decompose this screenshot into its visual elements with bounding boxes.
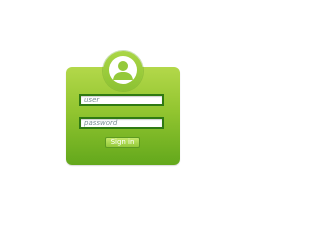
password-field[interactable] — [79, 117, 164, 129]
user-icon — [109, 56, 137, 84]
sign-in-button[interactable]: Sign in — [105, 137, 140, 148]
username-field[interactable] — [79, 94, 164, 106]
login-screen: Sign in — [0, 0, 240, 240]
